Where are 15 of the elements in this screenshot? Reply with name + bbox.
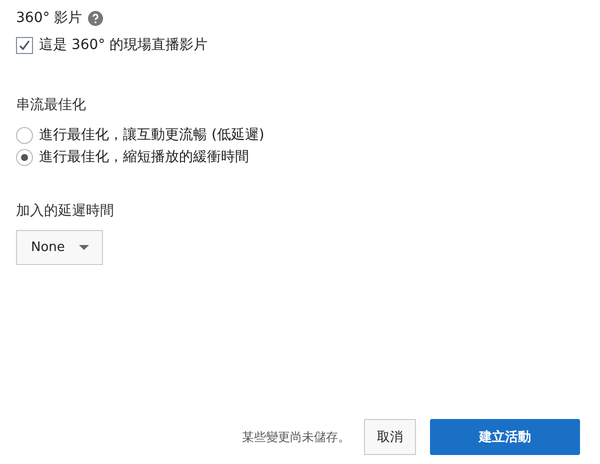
unsaved-status: 某些變更尚未儲存。 xyxy=(242,428,350,446)
radio-button[interactable] xyxy=(16,148,33,166)
delay-dropdown[interactable]: None xyxy=(16,230,103,265)
section-title: 串流最佳化 xyxy=(16,96,87,114)
checkbox[interactable] xyxy=(16,36,33,54)
help-icon[interactable] xyxy=(88,10,104,26)
radio-button[interactable] xyxy=(16,126,33,144)
caret-icon xyxy=(78,245,89,250)
section-title: 360° 影片 xyxy=(16,9,82,27)
cancel-button[interactable]: 取消 xyxy=(364,419,416,455)
radio-label: 進行最佳化，縮短播放的緩衝時間 xyxy=(39,148,249,166)
section-title: 加入的延遲時間 xyxy=(16,202,115,220)
create-event-button[interactable]: 建立活動 xyxy=(430,419,580,455)
radio-label: 進行最佳化，讓互動更流暢 (低延遲) xyxy=(39,126,264,144)
checkbox-label: 這是 360° 的現場直播影片 xyxy=(39,36,208,54)
